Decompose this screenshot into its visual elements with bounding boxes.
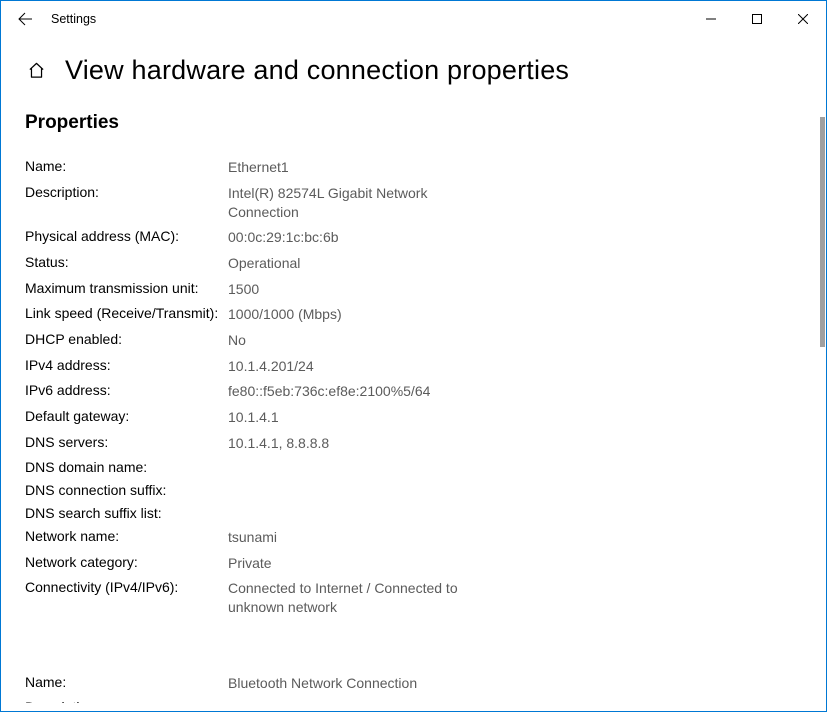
- arrow-left-icon: [17, 11, 33, 27]
- property-label: Status:: [25, 254, 228, 273]
- minimize-icon: [706, 14, 716, 24]
- property-row: IPv4 address: 10.1.4.201/24: [25, 357, 802, 376]
- scrollbar-thumb[interactable]: [820, 117, 825, 347]
- property-label: Maximum transmission unit:: [25, 280, 228, 299]
- property-label: Description:: [25, 184, 228, 222]
- content-area: Properties Name: Ethernet1 Description: …: [1, 112, 826, 703]
- property-label: Network name:: [25, 528, 228, 547]
- maximize-button[interactable]: [734, 1, 780, 37]
- property-label: Network category:: [25, 554, 228, 573]
- page-title: View hardware and connection properties: [65, 55, 569, 86]
- close-icon: [798, 14, 808, 24]
- property-row: Physical address (MAC): 00:0c:29:1c:bc:6…: [25, 228, 802, 247]
- property-row: DHCP enabled: No: [25, 331, 802, 350]
- property-value: 00:0c:29:1c:bc:6b: [228, 228, 339, 247]
- property-row: Network name: tsunami: [25, 528, 802, 547]
- property-value: Intel(R) 82574L Gigabit Network Connecti…: [228, 184, 498, 222]
- property-row: Description: Intel(R) 82574L Gigabit Net…: [25, 184, 802, 222]
- property-value: 10.1.4.1, 8.8.8.8: [228, 434, 329, 453]
- close-button[interactable]: [780, 1, 826, 37]
- property-value: 1000/1000 (Mbps): [228, 305, 342, 324]
- property-value: Bluetooth Device (Personal Area: [228, 699, 430, 703]
- property-label: Connectivity (IPv4/IPv6):: [25, 579, 228, 617]
- property-row: DNS connection suffix:: [25, 482, 802, 498]
- back-button[interactable]: [9, 1, 41, 37]
- property-row: DNS domain name:: [25, 459, 802, 475]
- property-value: Ethernet1: [228, 158, 289, 177]
- property-row: Name: Bluetooth Network Connection: [25, 674, 802, 693]
- property-row: IPv6 address: fe80::f5eb:736c:ef8e:2100%…: [25, 382, 802, 401]
- page-header: View hardware and connection properties: [1, 37, 826, 112]
- property-value: Bluetooth Network Connection: [228, 674, 417, 693]
- maximize-icon: [752, 14, 762, 24]
- property-label: IPv4 address:: [25, 357, 228, 376]
- property-label: DNS domain name:: [25, 459, 228, 475]
- property-label: IPv6 address:: [25, 382, 228, 401]
- window-controls: [688, 1, 826, 37]
- property-value: Connected to Internet / Connected to unk…: [228, 579, 498, 617]
- property-value: No: [228, 331, 246, 350]
- adapter-separator: [25, 624, 802, 674]
- property-row: Connectivity (IPv4/IPv6): Connected to I…: [25, 579, 802, 617]
- property-label: Name:: [25, 158, 228, 177]
- property-row: Name: Ethernet1: [25, 158, 802, 177]
- property-label: Link speed (Receive/Transmit):: [25, 305, 228, 324]
- property-value: 10.1.4.201/24: [228, 357, 314, 376]
- property-row: Link speed (Receive/Transmit): 1000/1000…: [25, 305, 802, 324]
- property-row: Status: Operational: [25, 254, 802, 273]
- minimize-button[interactable]: [688, 1, 734, 37]
- property-row: Maximum transmission unit: 1500: [25, 280, 802, 299]
- titlebar: Settings: [1, 1, 826, 37]
- property-value: Private: [228, 554, 272, 573]
- property-label: DHCP enabled:: [25, 331, 228, 350]
- window-title: Settings: [51, 12, 96, 26]
- property-value: 1500: [228, 280, 259, 299]
- property-value: Operational: [228, 254, 300, 273]
- property-row: Network category: Private: [25, 554, 802, 573]
- property-label: Physical address (MAC):: [25, 228, 228, 247]
- property-value: 10.1.4.1: [228, 408, 279, 427]
- property-label: Default gateway:: [25, 408, 228, 427]
- property-label: DNS servers:: [25, 434, 228, 453]
- property-label: Name:: [25, 674, 228, 693]
- property-value: fe80::f5eb:736c:ef8e:2100%5/64: [228, 382, 430, 401]
- property-row: DNS servers: 10.1.4.1, 8.8.8.8: [25, 434, 802, 453]
- property-row: Default gateway: 10.1.4.1: [25, 408, 802, 427]
- property-value: tsunami: [228, 528, 277, 547]
- property-label: Description:: [25, 699, 228, 703]
- home-icon: [27, 61, 46, 80]
- property-label: DNS connection suffix:: [25, 482, 228, 498]
- section-heading: Properties: [25, 112, 802, 134]
- property-row: Description: Bluetooth Device (Personal …: [25, 699, 802, 703]
- property-row: DNS search suffix list:: [25, 505, 802, 521]
- property-label: DNS search suffix list:: [25, 505, 228, 521]
- home-button[interactable]: [25, 61, 47, 80]
